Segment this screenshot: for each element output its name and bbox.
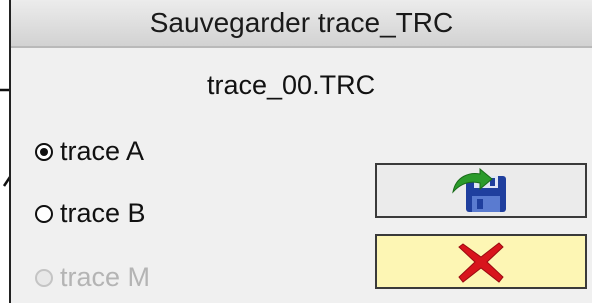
radio-trace-a[interactable]: trace A — [35, 136, 144, 167]
save-trace-dialog: Sauvegarder trace_TRC trace_00.TRC trace… — [9, 0, 592, 303]
radio-button-checked[interactable] — [35, 142, 53, 161]
filename-label: trace_00.TRC — [207, 70, 376, 100]
radio-label-trace-b: trace B — [60, 198, 146, 228]
save-floppy-icon — [452, 167, 506, 212]
cancel-button[interactable] — [375, 234, 587, 289]
radio-button-disabled — [35, 268, 53, 287]
red-x-icon — [458, 241, 504, 283]
save-button[interactable] — [375, 163, 587, 218]
radio-button-unchecked[interactable] — [35, 204, 53, 223]
dialog-title: Sauvegarder trace_TRC — [11, 0, 592, 48]
radio-label-trace-m: trace M — [60, 262, 151, 292]
radio-trace-m: trace M — [35, 262, 150, 293]
radio-label-trace-a: trace A — [60, 136, 145, 166]
radio-trace-b[interactable]: trace B — [35, 198, 146, 229]
